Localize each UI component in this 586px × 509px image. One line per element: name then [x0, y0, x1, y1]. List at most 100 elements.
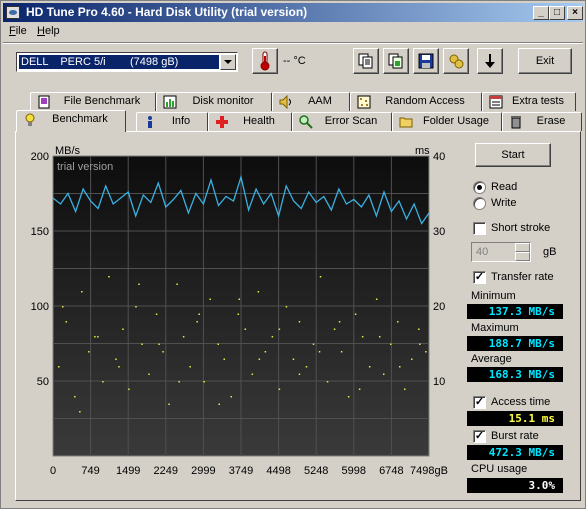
tab-label: Erase	[536, 115, 566, 127]
tab-label: Health	[243, 115, 275, 127]
access-time-point	[292, 358, 295, 360]
access-time-point	[347, 396, 350, 398]
access-time-point	[375, 298, 378, 300]
access-time-checkbox[interactable]: ✓	[473, 396, 486, 409]
access-time-point	[182, 336, 185, 338]
x-tick-label: 2249	[154, 465, 178, 477]
access-time-point	[102, 381, 104, 383]
access-time-point	[340, 351, 343, 353]
tab-erase[interactable]: Erase	[502, 112, 582, 131]
app-window: HD Tune Pro 4.60 - Hard Disk Utility (tr…	[0, 0, 586, 509]
access-time-point	[338, 321, 341, 323]
access-time-point	[312, 343, 315, 345]
access-time-point	[399, 366, 401, 368]
access-time-point	[271, 336, 274, 338]
x-tick-label: 5998	[342, 465, 366, 477]
access-time-point	[389, 343, 392, 345]
access-time-value: 15.1 ms	[467, 411, 563, 426]
access-time-point	[218, 403, 220, 405]
tab-disk-monitor[interactable]: Disk monitor	[156, 92, 272, 111]
short-stroke-unit: gB	[543, 246, 557, 258]
download-button[interactable]	[477, 48, 503, 74]
close-button[interactable]: ×	[567, 6, 583, 20]
spin-down-icon[interactable]	[515, 252, 530, 261]
access-time-point	[138, 283, 140, 285]
access-time-point	[326, 381, 329, 383]
short-stroke-value: 40	[476, 246, 489, 258]
tab-folder-usage[interactable]: Folder Usage	[392, 112, 502, 131]
copy-text-button[interactable]	[353, 48, 379, 74]
spin-up-icon[interactable]	[515, 243, 530, 252]
write-radio[interactable]	[473, 197, 486, 210]
access-time-point	[354, 313, 357, 315]
access-time-point	[397, 321, 399, 323]
read-label: Read	[491, 181, 518, 193]
tab-benchmark[interactable]: Benchmark	[16, 110, 126, 132]
read-radio[interactable]	[473, 181, 486, 194]
average-value: 168.3 MB/s	[467, 367, 563, 382]
access-time-point	[238, 298, 241, 300]
options-button[interactable]	[443, 48, 469, 74]
copy-text-icon	[358, 53, 373, 69]
access-time-point	[278, 388, 281, 390]
tab-file-benchmark[interactable]: File Benchmark	[30, 92, 156, 111]
tab-error-scan[interactable]: Error Scan	[292, 112, 392, 131]
menu-separator	[3, 42, 583, 44]
app-disk-icon	[6, 6, 20, 19]
access-time-point	[425, 351, 427, 353]
access-time-point	[251, 373, 254, 375]
download-icon	[485, 54, 495, 68]
x-tick-label: 3749	[229, 465, 253, 477]
drive-select[interactable]: DELL PERC 5/i (7498 gB)	[16, 52, 238, 72]
exit-button[interactable]: Exit	[518, 48, 572, 74]
tab-aam[interactable]: AAM	[272, 92, 350, 111]
short-stroke-spinner[interactable]: 40	[471, 242, 531, 262]
tab-label: Extra tests	[512, 95, 564, 107]
transfer-rate-checkbox[interactable]: ✓	[473, 271, 486, 284]
short-stroke-checkbox[interactable]	[473, 222, 486, 235]
access-time-point	[176, 283, 178, 285]
minimize-button[interactable]: _	[533, 6, 549, 20]
tab-info[interactable]: Info	[136, 112, 208, 131]
access-time-point	[135, 306, 137, 308]
x-tick-label: 6748	[379, 465, 403, 477]
burst-rate-checkbox[interactable]: ✓	[473, 430, 486, 443]
start-button[interactable]: Start	[475, 143, 551, 167]
title-bar[interactable]: HD Tune Pro 4.60 - Hard Disk Utility (tr…	[3, 3, 583, 22]
menu-file[interactable]: File	[9, 25, 27, 37]
save-button[interactable]	[413, 48, 439, 74]
access-time-point	[108, 276, 110, 278]
benchmark-chart: trial versionMB/s ms20015010050403020100 7…	[31, 146, 448, 477]
tab-health[interactable]: Health	[208, 112, 292, 131]
x-tick-label: 0	[50, 465, 56, 477]
write-label: Write	[491, 197, 517, 209]
access-time-point	[298, 373, 301, 375]
tab-label: Random Access	[385, 95, 465, 107]
copy-screenshot-button[interactable]	[383, 48, 409, 74]
minimum-label: Minimum	[471, 290, 516, 302]
access-time-point	[278, 328, 281, 330]
y-tick-label-right: 20	[433, 301, 445, 313]
y-axis-label-right: ms	[415, 146, 430, 157]
temperature-button[interactable]	[252, 48, 278, 74]
chevron-down-icon[interactable]	[220, 54, 236, 70]
tab-label: Error Scan	[324, 115, 378, 127]
tab-random-access[interactable]: Random Access	[350, 92, 482, 111]
window-title: HD Tune Pro 4.60 - Hard Disk Utility (tr…	[26, 5, 308, 19]
menu-help[interactable]: Help	[37, 25, 60, 37]
access-time-point	[209, 298, 211, 300]
options-icon	[449, 54, 464, 69]
maximum-label: Maximum	[471, 322, 519, 334]
access-time-point	[305, 366, 308, 368]
x-tick-label: 749	[81, 465, 99, 477]
access-time-point	[168, 403, 170, 405]
access-time-point	[378, 336, 381, 338]
access-time-point	[148, 373, 150, 375]
access-time-point	[318, 351, 321, 353]
access-time-point	[230, 396, 233, 398]
access-time-point	[358, 388, 361, 390]
access-time-point	[162, 351, 164, 353]
access-time-point	[178, 381, 180, 383]
tab-extra-tests[interactable]: Extra tests	[482, 92, 576, 111]
maximize-button[interactable]: □	[549, 6, 565, 20]
